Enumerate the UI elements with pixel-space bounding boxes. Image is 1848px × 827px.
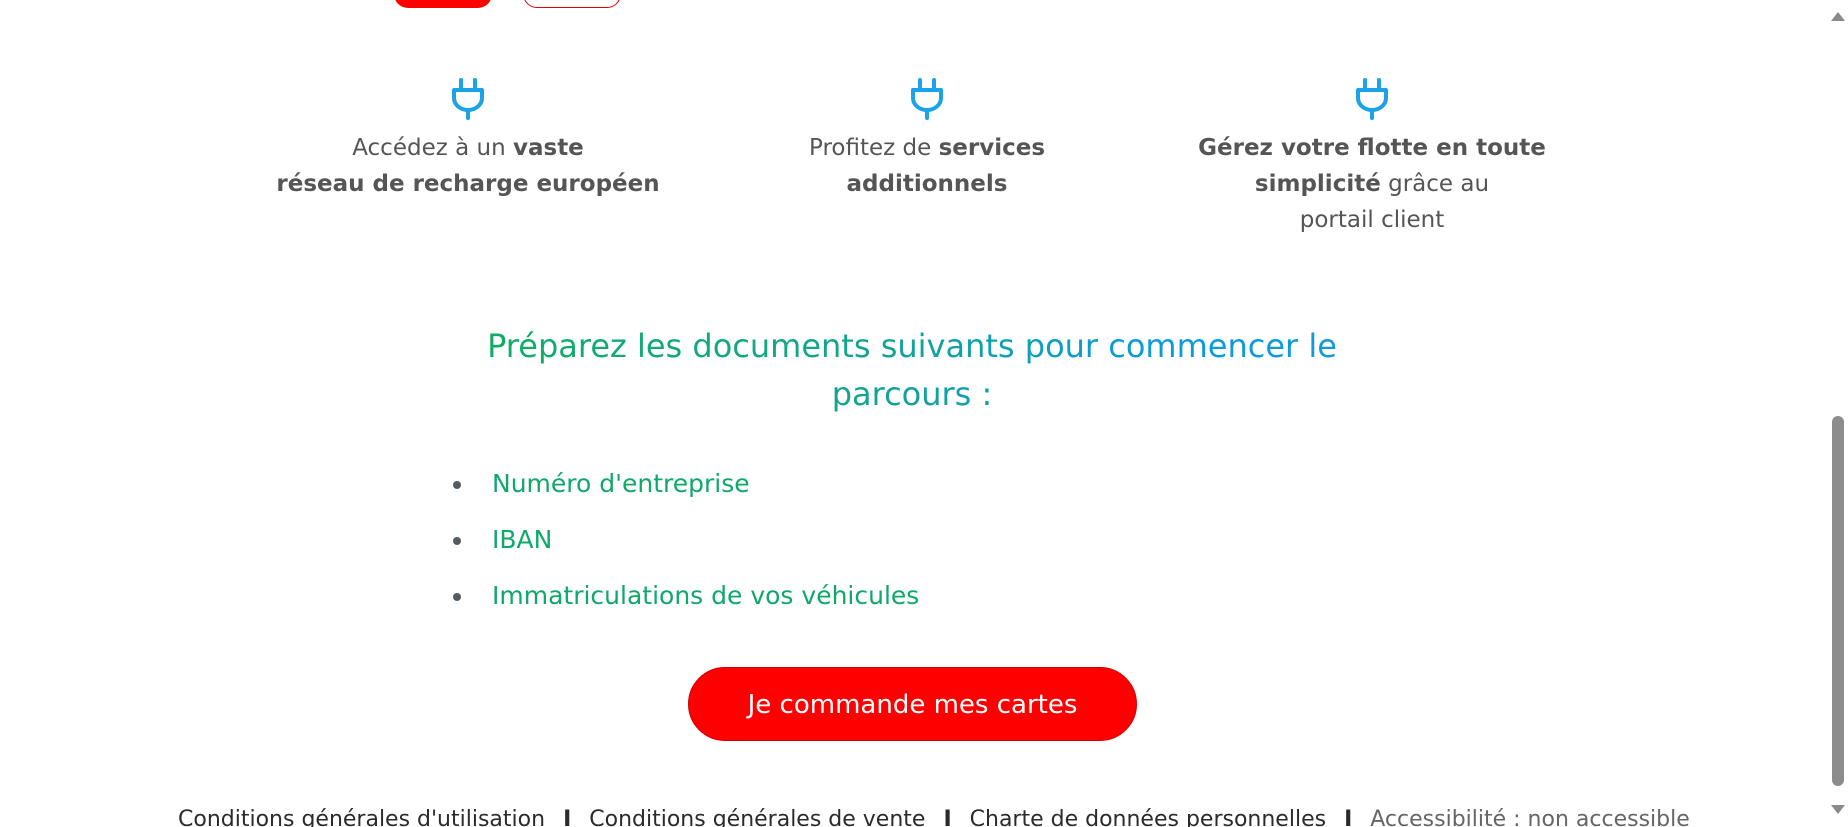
feature-pre-text: Accédez à un bbox=[352, 135, 513, 161]
feature-additional-services: Profitez de services additionnels bbox=[727, 78, 1127, 202]
list-item-vehicle-registrations: Immatriculations de vos véhicules bbox=[452, 572, 919, 628]
footer-links: Conditions générales d'utilisation I Condi… bbox=[178, 805, 1690, 827]
feature-post-text: grâce au bbox=[1380, 171, 1490, 197]
feature-european-network: Accédez à un vaste réseau de recharge eu… bbox=[268, 78, 668, 202]
footer-link-terms-of-use[interactable]: Conditions générales d'utilisation bbox=[178, 807, 545, 827]
feature-pre-text: Profitez de bbox=[808, 135, 939, 161]
feature-bold-text: Gérez votre flotte en toute bbox=[1198, 135, 1546, 161]
documents-heading: Préparez les documents suivants pour com… bbox=[412, 322, 1412, 418]
top-secondary-button[interactable] bbox=[523, 0, 621, 8]
heading-line-2: parcours : bbox=[831, 375, 993, 413]
feature-text: Accédez à un vaste réseau de recharge eu… bbox=[268, 130, 668, 202]
feature-text: Gérez votre flotte en toute simplicité g… bbox=[1172, 130, 1572, 238]
footer-separator: I bbox=[943, 807, 952, 827]
list-item-iban: IBAN bbox=[452, 516, 919, 572]
footer-link-terms-of-sale[interactable]: Conditions générales de vente bbox=[589, 807, 925, 827]
feature-fleet-management: Gérez votre flotte en toute simplicité g… bbox=[1172, 78, 1572, 238]
footer-separator: I bbox=[1344, 807, 1353, 827]
feature-text: Profitez de services additionnels bbox=[727, 130, 1127, 202]
heading-line-1: Préparez les documents suivants pour com… bbox=[487, 327, 1337, 365]
vertical-scrollbar[interactable] bbox=[1826, 0, 1848, 827]
top-primary-button[interactable] bbox=[394, 0, 492, 8]
footer-separator: I bbox=[563, 807, 572, 827]
feature-bold-text: simplicité bbox=[1254, 171, 1381, 197]
scroll-up-arrow-icon[interactable] bbox=[1831, 12, 1845, 21]
feature-bold-text: réseau de recharge européen bbox=[276, 171, 660, 197]
plug-icon bbox=[452, 78, 484, 120]
plug-icon bbox=[911, 78, 943, 120]
scroll-down-arrow-icon[interactable] bbox=[1831, 805, 1845, 814]
page: Accédez à un vaste réseau de recharge eu… bbox=[0, 0, 1848, 827]
scrollbar-thumb[interactable] bbox=[1832, 416, 1844, 786]
footer-link-accessibility[interactable]: Accessibilité : non accessible bbox=[1370, 807, 1689, 827]
documents-list: Numéro d'entreprise IBAN Immatriculation… bbox=[452, 460, 919, 628]
footer-link-privacy-charter[interactable]: Charte de données personnelles bbox=[970, 807, 1326, 827]
order-cards-button[interactable]: Je commande mes cartes bbox=[688, 667, 1137, 741]
feature-bold-text: vaste bbox=[512, 135, 584, 161]
feature-third-line: portail client bbox=[1299, 207, 1445, 233]
list-item-company-number: Numéro d'entreprise bbox=[452, 460, 919, 516]
plug-icon bbox=[1356, 78, 1388, 120]
